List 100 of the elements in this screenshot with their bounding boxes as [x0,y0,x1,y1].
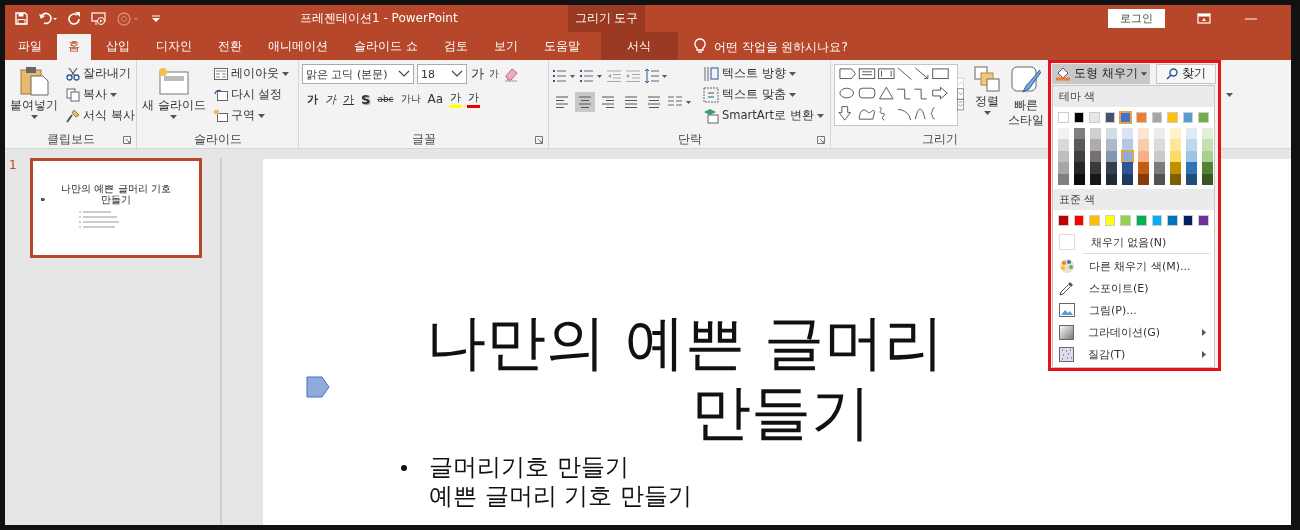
font-format-button[interactable]: 가 [324,91,337,107]
login-button[interactable]: 로그인 [1108,9,1165,28]
color-swatch[interactable] [1135,111,1147,123]
menu-item[interactable]: 질감(T) [1053,343,1214,365]
color-swatch[interactable] [1122,139,1133,151]
font-format-button[interactable]: abc [376,94,395,104]
font-format-button[interactable]: 가 [342,91,355,107]
color-swatch[interactable] [1104,215,1116,226]
dialog-launcher-icon[interactable] [535,136,543,144]
color-swatch[interactable] [1151,111,1163,123]
ribbon-tab[interactable]: 디자인 [145,34,203,60]
color-swatch[interactable] [1106,127,1117,139]
color-swatch[interactable] [1089,215,1100,226]
menu-item[interactable]: 다른 채우기 색(M)... [1053,255,1214,277]
smartart-button[interactable]: SmartArt로 변환 [701,106,826,125]
color-swatch[interactable] [1058,150,1069,162]
redo-icon[interactable] [68,12,81,25]
cut-button[interactable]: 잘라내기 [64,64,137,83]
shape-fill-button[interactable]: 도형 채우기 [1052,64,1150,84]
color-swatch[interactable] [1073,215,1085,226]
slide-thumbnail[interactable]: 나만의 예쁜 글머리 기호 만들기 [30,158,202,258]
color-swatch[interactable] [1138,150,1149,162]
presentation-icon[interactable] [91,11,107,26]
ribbon-tab[interactable]: 삽입 [95,34,141,60]
color-swatch[interactable] [1186,127,1197,139]
numbering-icon[interactable] [579,69,603,83]
new-slide-button[interactable]: 새 슬라이드 [140,64,208,130]
color-swatch[interactable] [1202,173,1213,185]
color-swatch[interactable] [1135,215,1147,226]
color-swatch[interactable] [1170,173,1181,185]
color-swatch[interactable] [1090,173,1101,185]
color-swatch[interactable] [1198,111,1209,123]
font-format-button[interactable]: S [360,91,372,107]
color-swatch[interactable] [1058,215,1069,226]
eraser-icon[interactable] [503,66,519,82]
shrink-font-button[interactable]: 가 [488,67,500,81]
color-swatch[interactable] [1170,139,1181,151]
ribbon-tab[interactable]: 보기 [482,34,529,60]
color-swatch[interactable] [1058,173,1069,185]
dialog-launcher-icon[interactable] [123,136,131,144]
color-swatch[interactable] [1120,215,1131,226]
color-swatch[interactable] [1154,162,1165,174]
undo-icon[interactable] [38,12,58,25]
color-swatch[interactable] [1106,139,1117,151]
color-swatch[interactable] [1074,127,1085,139]
color-swatch[interactable] [1058,139,1069,151]
save-icon[interactable] [15,12,28,25]
tell-me-search[interactable]: 어떤 작업을 원하시나요? [713,34,848,60]
color-swatch[interactable] [1202,127,1213,139]
color-swatch[interactable] [1106,162,1117,174]
ribbon-tab[interactable]: 슬라이드 쇼 [343,34,429,60]
text-direction-button[interactable]: 텍스트 방향 [701,64,826,83]
color-swatch[interactable] [1202,150,1213,162]
color-swatch[interactable] [1154,173,1165,185]
section-button[interactable]: 구역 [211,106,291,125]
color-swatch[interactable] [1154,150,1165,162]
minimize-icon[interactable] [1245,16,1257,21]
font-name-field[interactable]: 맑은 고딕 (본문) [302,64,414,84]
ribbon-tab[interactable]: 도움말 [532,34,591,60]
color-swatch[interactable] [1186,150,1197,162]
align-icon[interactable] [575,92,595,112]
increase-indent-icon[interactable] [625,69,641,83]
color-swatch[interactable] [1106,173,1117,185]
dialog-launcher-icon[interactable] [817,136,825,144]
ribbon-tab[interactable]: 파일 [7,34,53,60]
grow-font-button[interactable]: 가 [470,65,485,83]
color-swatch[interactable] [1074,150,1085,162]
color-swatch[interactable] [1170,150,1181,162]
color-swatch[interactable] [1074,173,1085,185]
color-swatch[interactable] [1170,127,1181,139]
ribbon-tab[interactable]: 서식 [600,32,678,60]
line-spacing-icon[interactable] [644,68,668,84]
color-swatch[interactable] [1186,162,1197,174]
ribbon-tab[interactable]: 전환 [207,34,253,60]
menu-item[interactable]: 스포이트(E) [1053,277,1214,299]
font-format-button[interactable]: 가 [449,90,463,108]
color-swatch[interactable] [1122,173,1133,185]
color-swatch[interactable] [1074,162,1085,174]
ribbon-tab[interactable]: 홈 [57,34,91,60]
font-format-button[interactable]: 가 [306,91,319,107]
format-painter-button[interactable]: 서식 복사 [64,106,137,125]
color-swatch[interactable] [1182,111,1194,123]
color-swatch[interactable] [1058,127,1069,139]
reset-button[interactable]: 다시 설정 [211,85,291,104]
color-swatch[interactable] [1089,111,1100,123]
color-swatch[interactable] [1198,215,1209,226]
color-swatch[interactable] [1074,139,1085,151]
font-format-button[interactable]: Aa [426,92,445,106]
color-swatch[interactable] [1202,139,1213,151]
color-swatch[interactable] [1151,215,1163,226]
bullets-icon[interactable] [552,69,576,83]
color-swatch[interactable] [1106,150,1117,162]
color-swatch[interactable] [1182,215,1194,226]
color-swatch[interactable] [1120,111,1131,123]
ribbon-tab[interactable]: 검토 [432,34,479,60]
arrange-button[interactable]: 정렬 [972,64,1002,130]
menu-item[interactable]: 그림(P)... [1053,299,1214,321]
color-swatch[interactable] [1186,173,1197,185]
caret-icon[interactable] [1226,93,1233,97]
color-swatch[interactable] [1138,162,1149,174]
